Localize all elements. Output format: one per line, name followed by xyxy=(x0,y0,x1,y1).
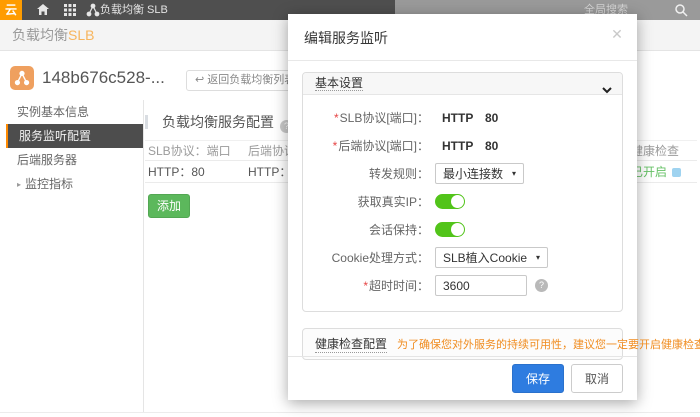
health-check-warning: 为了确保您对外服务的持续可用性，建议您一定要开启健康检查！ xyxy=(397,336,700,352)
basic-settings-title: 基本设置 xyxy=(315,76,363,91)
col-header-health-check: 健康检查 xyxy=(631,142,693,159)
instance-icon xyxy=(10,66,34,90)
save-button[interactable]: 保存 xyxy=(512,364,564,393)
basic-settings-body: *SLB协议[端口]： HTTP 80 *后端协议[端口]： HTTP 80 xyxy=(303,95,622,311)
sidebar: 实例基本信息 服务监听配置 后端服务器 ▸监控指标 xyxy=(0,100,144,412)
col-header-slb-protocol: SLB协议：端口 xyxy=(148,142,248,159)
section-accent-bar xyxy=(145,115,148,129)
dialog-header: 编辑服务监听 ✕ xyxy=(288,14,637,61)
slb-cluster-icon xyxy=(86,3,100,17)
dialog-body: 基本设置 *SLB协议[端口]： HTTP 80 *后端协议[端口] xyxy=(288,61,637,360)
real-ip-toggle[interactable] xyxy=(435,194,465,209)
field-timeout: *超时时间： ? xyxy=(303,275,622,296)
monitor-icon[interactable] xyxy=(672,168,681,177)
caret-down-icon: ▾ xyxy=(512,169,516,178)
dialog-title: 编辑服务监听 xyxy=(304,30,388,46)
cell-slb-protocol: HTTP：80 xyxy=(148,163,248,180)
edit-listener-dialog: 编辑服务监听 ✕ 基本设置 *SLB协议[端口]： HTTP 80 xyxy=(288,14,637,400)
page-title: 负载均衡 xyxy=(12,27,68,43)
back-to-list-button[interactable]: ↩返回负载均衡列表 xyxy=(186,70,304,91)
slb-port-value: 80 xyxy=(485,111,498,125)
backend-protocol-value: HTTP xyxy=(442,139,485,153)
health-check-title: 健康检查配置 xyxy=(315,335,387,353)
cell-health-check: 已开启 xyxy=(631,163,693,180)
sidebar-item-instance-info[interactable]: 实例基本信息 xyxy=(0,100,143,124)
page-footer-divider xyxy=(0,412,700,413)
sidebar-item-backend-servers[interactable]: 后端服务器 xyxy=(0,148,143,172)
field-real-ip: 获取真实IP： xyxy=(303,191,622,212)
help-icon[interactable]: ? xyxy=(535,279,548,292)
dialog-footer: 保存 取消 xyxy=(288,356,637,400)
breadcrumb[interactable]: 负载均衡 SLB xyxy=(100,0,168,20)
field-slb-protocol: *SLB协议[端口]： HTTP 80 xyxy=(303,107,622,128)
home-icon[interactable] xyxy=(36,3,50,17)
field-cookie-mode: Cookie处理方式： SLB植入Cookie▾ xyxy=(303,247,622,268)
chevron-down-icon xyxy=(602,80,612,101)
close-icon[interactable]: ✕ xyxy=(609,26,625,42)
field-backend-protocol: *后端协议[端口]： HTTP 80 xyxy=(303,135,622,156)
basic-settings-header[interactable]: 基本设置 xyxy=(303,73,622,95)
caret-down-icon: ▾ xyxy=(536,253,540,262)
apps-grid-icon[interactable] xyxy=(63,3,77,17)
timeout-input[interactable] xyxy=(435,275,527,296)
backend-port-value: 80 xyxy=(485,139,498,153)
expand-arrow-icon: ▸ xyxy=(17,173,21,197)
sidebar-item-monitoring[interactable]: ▸监控指标 xyxy=(0,172,143,196)
field-session-persist: 会话保持： xyxy=(303,219,622,240)
forward-rule-select[interactable]: 最小连接数▾ xyxy=(435,163,524,184)
add-listener-button[interactable]: 添加 xyxy=(148,194,190,218)
search-icon[interactable] xyxy=(674,3,688,17)
basic-settings-panel: 基本设置 *SLB协议[端口]： HTTP 80 *后端协议[端口] xyxy=(302,72,623,312)
slb-protocol-value: HTTP xyxy=(442,111,485,125)
aliyun-logo-icon[interactable]: 云 xyxy=(0,0,22,20)
app-window: 云 负载均衡 SLB 全局搜索 xyxy=(0,0,700,417)
cancel-button[interactable]: 取消 xyxy=(571,364,623,393)
instance-id: 148b676c528-... xyxy=(42,68,165,88)
cookie-mode-select[interactable]: SLB植入Cookie▾ xyxy=(435,247,548,268)
session-persist-toggle[interactable] xyxy=(435,222,465,237)
page-title-slb: SLB xyxy=(68,27,94,43)
back-arrow-icon: ↩ xyxy=(195,74,204,86)
sidebar-item-listener-config[interactable]: 服务监听配置 xyxy=(6,124,143,148)
field-forward-rule: 转发规则： 最小连接数▾ xyxy=(303,163,622,184)
